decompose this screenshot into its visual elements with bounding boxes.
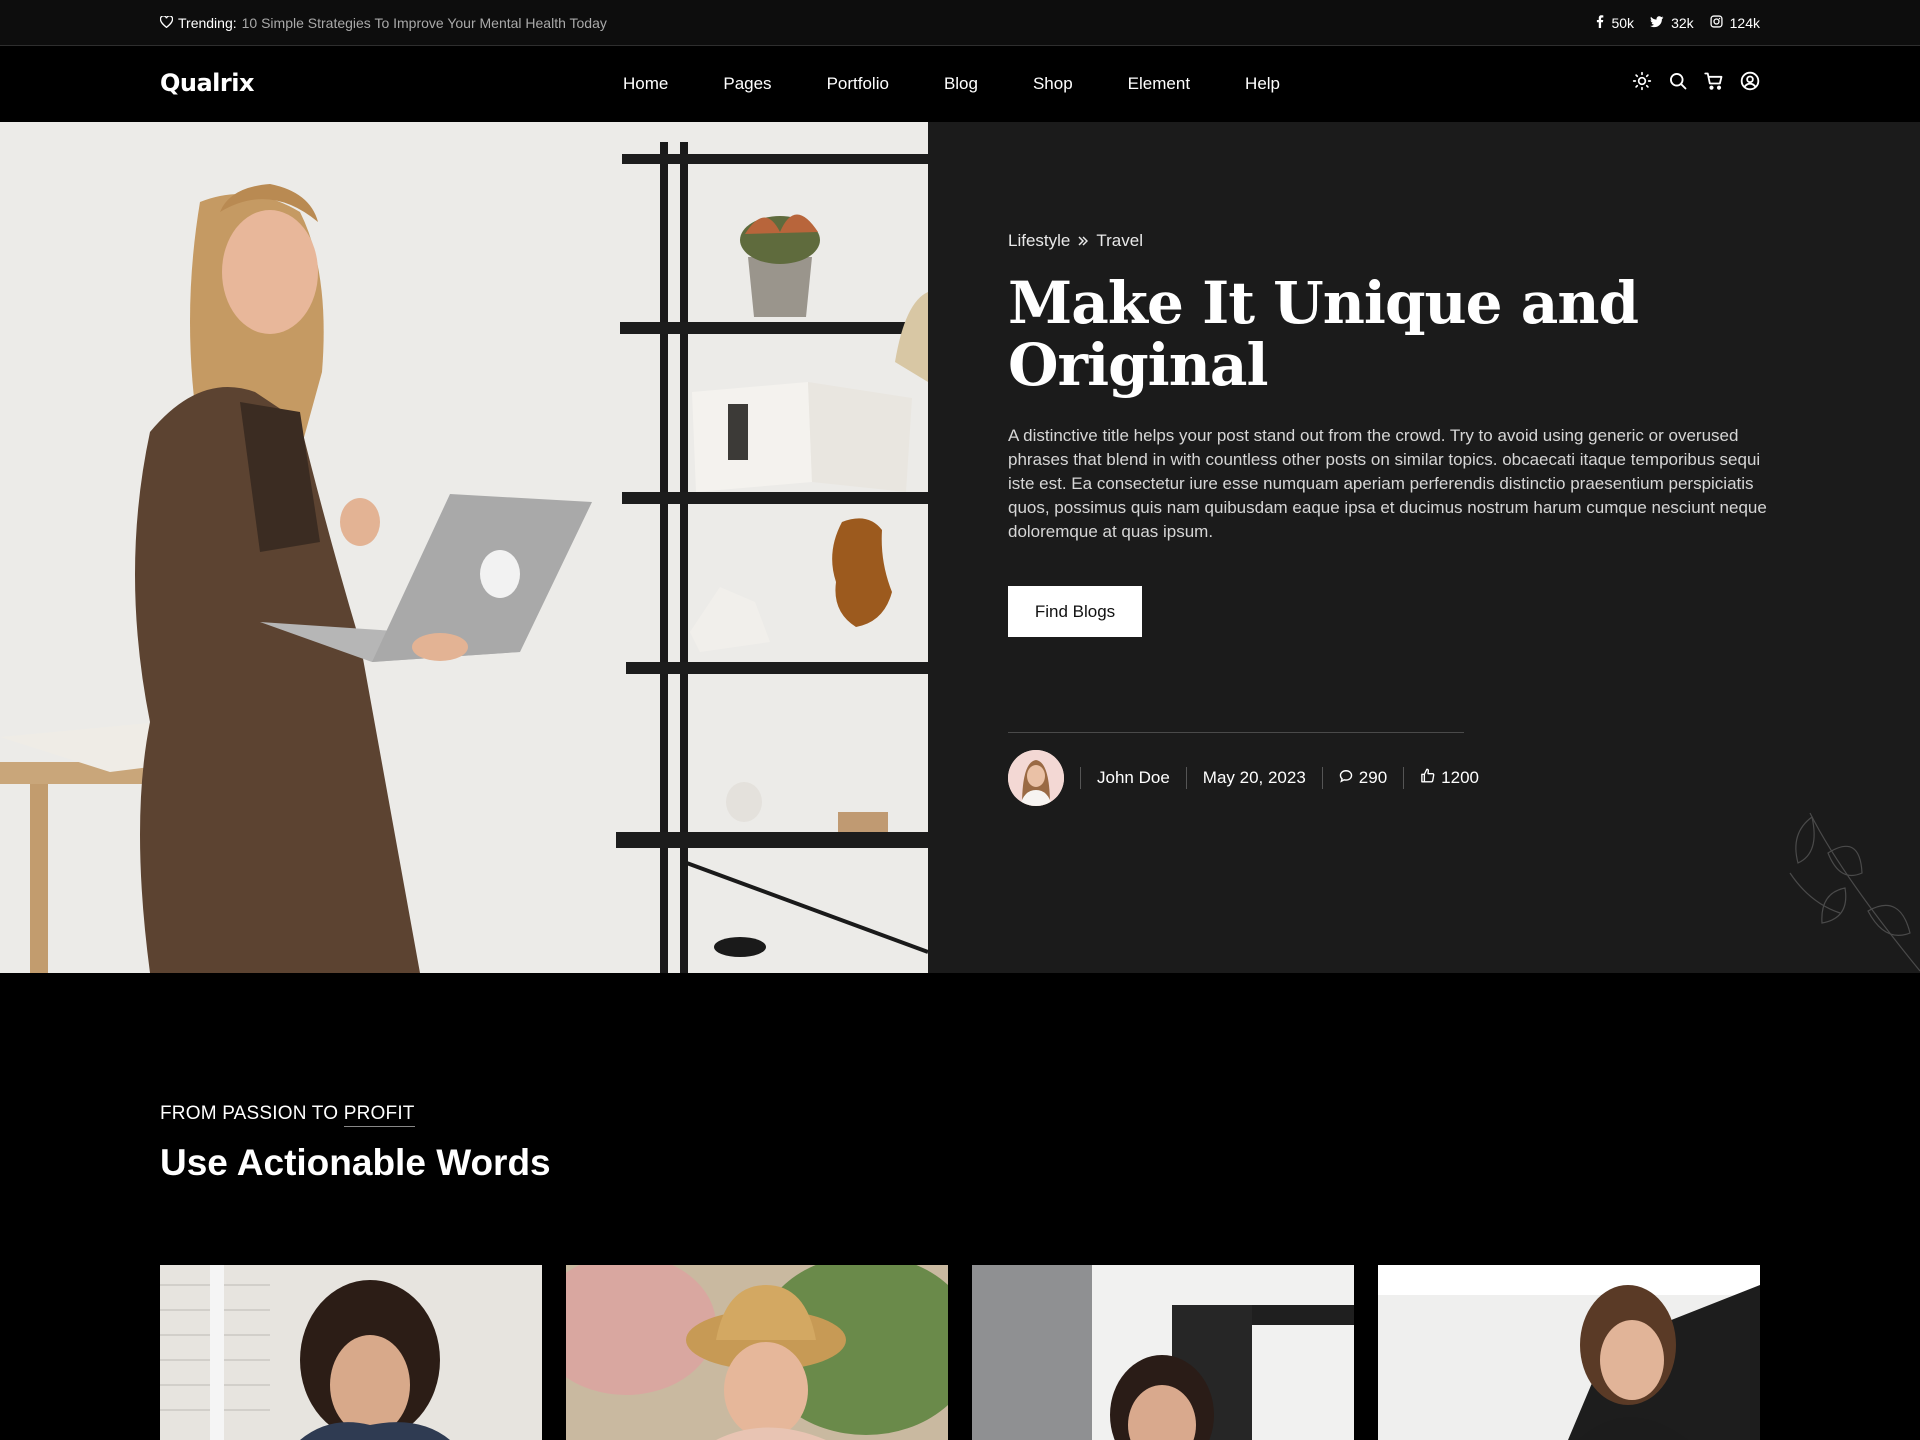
hero-photo-woman-laptop bbox=[0, 122, 928, 973]
twitter-count: 32k bbox=[1671, 15, 1694, 31]
nav-home[interactable]: Home bbox=[623, 74, 668, 94]
nav-help[interactable]: Help bbox=[1245, 74, 1280, 94]
trending-headline[interactable]: 10 Simple Strategies To Improve Your Men… bbox=[242, 15, 607, 31]
section-eyebrow: From Passion To Profit bbox=[160, 1103, 415, 1127]
nav-pages[interactable]: Pages bbox=[723, 74, 771, 94]
instagram-icon bbox=[1710, 15, 1723, 31]
thumbs-up-icon bbox=[1420, 767, 1435, 789]
article-card-4[interactable] bbox=[1378, 1265, 1760, 1440]
breadcrumb-travel[interactable]: Travel bbox=[1096, 231, 1143, 251]
hero-description: A distinctive title helps your post stan… bbox=[1008, 426, 1767, 541]
double-chevron-right-icon bbox=[1078, 231, 1089, 251]
post-date-text: May 20, 2023 bbox=[1202, 768, 1306, 787]
social-twitter[interactable]: 32k bbox=[1650, 15, 1694, 31]
section-eyebrow-highlight: Profit bbox=[343, 1103, 415, 1127]
instagram-count: 124k bbox=[1729, 15, 1760, 31]
comment-count-text: 290 bbox=[1358, 768, 1388, 787]
facebook-icon bbox=[1596, 15, 1604, 31]
article-card-1[interactable] bbox=[160, 1265, 542, 1440]
trending-ticker[interactable]: Trending: 10 Simple Strategies To Improv… bbox=[159, 15, 607, 31]
user-icon[interactable] bbox=[1740, 71, 1760, 91]
theme-toggle-icon[interactable] bbox=[1632, 71, 1652, 91]
article-card-row bbox=[160, 1265, 1760, 1440]
breadcrumb: Lifestyle Travel bbox=[1008, 231, 1143, 251]
section-eyebrow-prefix: From Passion To bbox=[160, 1103, 339, 1124]
trending-label: Trending: bbox=[178, 15, 237, 31]
nav-element[interactable]: Element bbox=[1128, 74, 1190, 94]
search-icon[interactable] bbox=[1668, 71, 1688, 91]
twitter-icon bbox=[1650, 15, 1664, 31]
find-blogs-button[interactable]: Find Blogs bbox=[1008, 586, 1142, 637]
article-card-2[interactable] bbox=[566, 1265, 948, 1440]
author-avatar[interactable] bbox=[1008, 750, 1064, 806]
hero-panel: Lifestyle Travel Make It Unique and Orig… bbox=[928, 122, 1920, 973]
breadcrumb-lifestyle[interactable]: Lifestyle bbox=[1008, 231, 1070, 251]
post-date: May 20, 2023 bbox=[1185, 767, 1322, 789]
decorative-leaf-icon bbox=[1789, 812, 1920, 972]
nav-blog[interactable]: Blog bbox=[944, 74, 978, 94]
facebook-count: 50k bbox=[1611, 15, 1635, 31]
hero-title: Make It Unique and Original bbox=[1008, 269, 1639, 399]
cart-icon[interactable] bbox=[1704, 71, 1724, 91]
post-meta: John Doe May 20, 2023 290 1200 bbox=[1008, 750, 1495, 806]
article-card-3[interactable] bbox=[972, 1265, 1354, 1440]
nav-portfolio[interactable]: Portfolio bbox=[827, 74, 889, 94]
meta-divider bbox=[1008, 732, 1464, 733]
comment-count[interactable]: 290 bbox=[1321, 767, 1403, 789]
heart-icon bbox=[159, 15, 174, 31]
like-count-text: 1200 bbox=[1441, 768, 1479, 787]
like-count[interactable]: 1200 bbox=[1403, 767, 1495, 789]
social-instagram[interactable]: 124k bbox=[1710, 15, 1760, 31]
section-title: Use Actionable Words bbox=[160, 1142, 551, 1183]
top-bar: Trending: 10 Simple Strategies To Improv… bbox=[0, 0, 1920, 46]
social-counts: 50k 32k 124k bbox=[1596, 15, 1760, 31]
nav-shop[interactable]: Shop bbox=[1033, 74, 1073, 94]
site-logo[interactable]: Qualrix bbox=[160, 69, 254, 97]
main-navbar: Qualrix Home Pages Portfolio Blog Shop E… bbox=[0, 47, 1920, 122]
nav-actions bbox=[1632, 71, 1760, 91]
author-name-text: John Doe bbox=[1097, 768, 1170, 787]
main-menu: Home Pages Portfolio Blog Shop Element H… bbox=[623, 74, 1280, 94]
social-facebook[interactable]: 50k bbox=[1596, 15, 1634, 31]
comment-icon bbox=[1339, 767, 1353, 789]
author-name[interactable]: John Doe bbox=[1080, 767, 1186, 789]
